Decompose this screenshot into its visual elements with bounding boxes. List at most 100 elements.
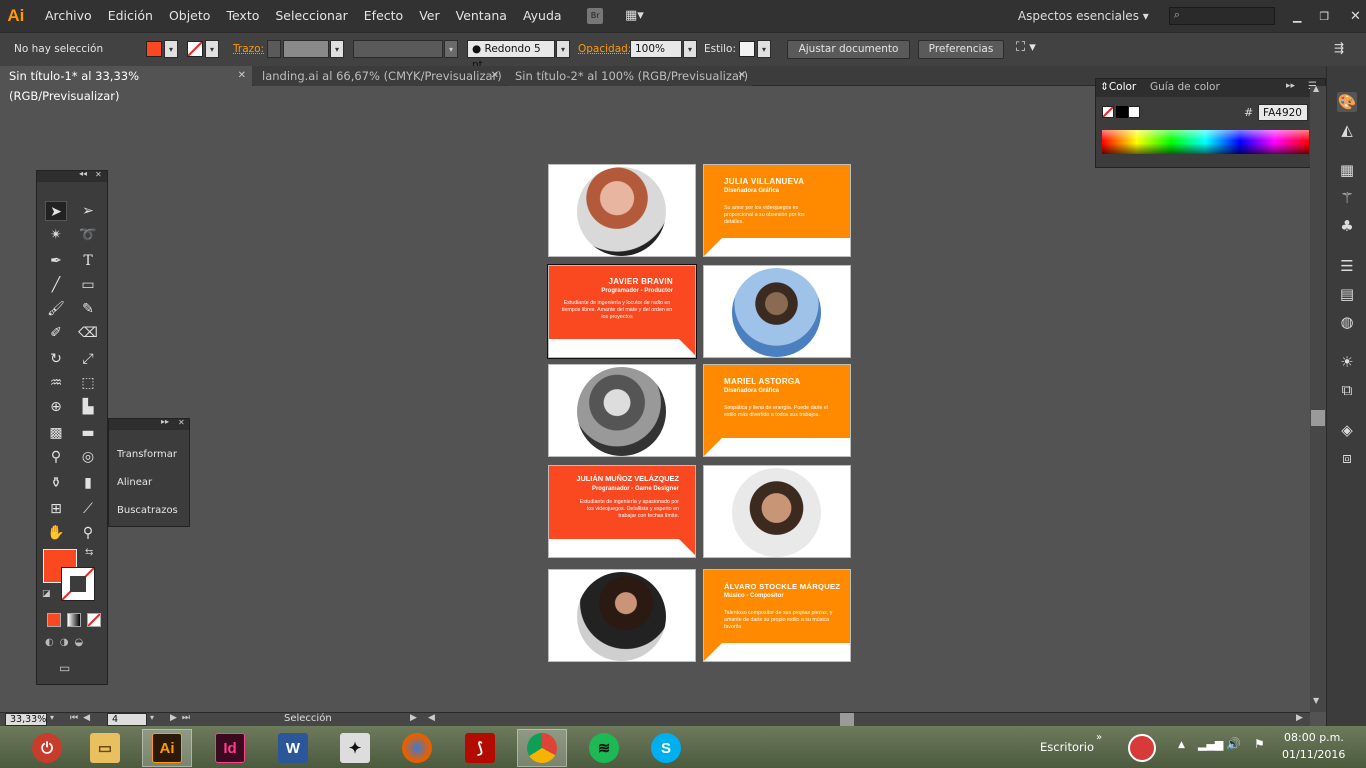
close-button[interactable]: ✕ <box>1345 9 1366 24</box>
info-card-javier[interactable]: JAVIER BRAVIN Programador - Productor Es… <box>547 264 697 359</box>
close-tab-icon[interactable]: ✕ <box>491 66 499 86</box>
free-transform-tool-icon[interactable]: ⬚ <box>77 373 99 393</box>
taskbar-firefox[interactable] <box>392 729 442 767</box>
scroll-down-icon[interactable]: ▼ <box>1313 696 1319 705</box>
scroll-up-icon[interactable]: ▲ <box>1313 84 1319 93</box>
mesh-tool-icon[interactable]: ▩ <box>45 423 67 443</box>
artboard-next-icons[interactable]: ▶⏭ <box>170 713 195 723</box>
selection-tool-icon[interactable]: ➤ <box>45 201 67 221</box>
eyedropper-tool-icon[interactable]: ⚲ <box>45 447 67 467</box>
tab-color-guide[interactable]: Guía de color <box>1150 81 1220 93</box>
info-card-mariel[interactable]: MARIEL ASTORGA Diseñadora Gráfica Simpát… <box>703 364 851 457</box>
zoom-field[interactable]: 33,33% <box>5 713 47 726</box>
tab-color[interactable]: ⇕Color <box>1100 81 1136 93</box>
none-color-icon[interactable] <box>1102 106 1114 118</box>
menu-archivo[interactable]: Archivo <box>37 0 100 32</box>
info-card-alvaro[interactable]: ÁLVARO STOCKLE MÁRQUEZ Músico - Composit… <box>703 569 851 662</box>
close-panel-icon[interactable]: ✕ <box>95 170 102 179</box>
lasso-tool-icon[interactable]: ➰ <box>77 225 99 245</box>
transform-panel-item[interactable]: Transformar <box>117 449 177 460</box>
shape-builder-tool-icon[interactable]: ⊕ <box>45 397 67 417</box>
rectangle-tool-icon[interactable]: ▭ <box>77 275 99 295</box>
workspace-switcher[interactable]: Aspectos esenciales ▾ <box>1018 9 1149 23</box>
pencil-tool-icon[interactable]: ✎ <box>77 299 99 319</box>
photo-card-mariel[interactable] <box>548 364 696 457</box>
vertical-scroll-thumb[interactable] <box>1311 410 1325 426</box>
scale-tool-icon[interactable]: ⤢ <box>77 349 99 369</box>
tab-sin-titulo-2[interactable]: Sin título-2* al 100% (RGB/Previsualizar… <box>506 66 752 86</box>
color-spectrum-slider[interactable] <box>1102 130 1309 154</box>
arrange-docs-icon[interactable]: ▦▾ <box>625 8 648 24</box>
menu-ayuda[interactable]: Ayuda <box>515 0 570 32</box>
artboard-number-field[interactable]: 4 <box>107 713 147 726</box>
menu-ver[interactable]: Ver <box>411 0 447 32</box>
expand-icon[interactable]: ▸▸ <box>161 417 169 426</box>
hand-tool-icon[interactable]: ✋ <box>45 523 67 543</box>
notification-app-icon[interactable] <box>1128 734 1156 762</box>
stroke-stepper[interactable] <box>267 40 281 58</box>
stroke-swatch[interactable] <box>187 41 203 57</box>
style-swatch[interactable] <box>739 41 755 57</box>
graphic-styles-icon[interactable]: ⧉ <box>1337 380 1357 400</box>
none-mode-icon[interactable] <box>87 613 101 627</box>
close-tab-icon[interactable]: ✕ <box>738 66 746 86</box>
style-dropdown[interactable]: ▾ <box>757 40 771 58</box>
taskbar-acrobat[interactable]: ⟆ <box>455 729 505 767</box>
flyout-header[interactable]: ▸▸ ✕ <box>109 417 189 430</box>
vertical-scrollbar[interactable]: ▲ ▼ <box>1310 84 1326 712</box>
preferences-button[interactable]: Preferencias <box>918 40 1004 59</box>
swap-colors-icon[interactable]: ⇆ <box>85 547 93 558</box>
photo-card-julian[interactable] <box>703 465 851 558</box>
opacity-dropdown[interactable]: ▾ <box>683 40 697 58</box>
type-tool-icon[interactable]: T <box>77 251 99 271</box>
color-panel-icon[interactable]: 🎨 <box>1337 92 1357 112</box>
scroll-left-icon[interactable]: ◀ <box>428 713 435 723</box>
appearance-panel-icon[interactable]: ☀ <box>1337 352 1357 372</box>
info-card-julia[interactable]: JULIA VILLANUEVA Diseñadora Gráfica Su a… <box>703 164 851 257</box>
menu-ventana[interactable]: Ventana <box>448 0 515 32</box>
gradient-tool-icon[interactable]: ▬ <box>77 423 99 443</box>
align-panel-item[interactable]: Alinear <box>117 477 152 488</box>
collapse-icon[interactable]: ▸▸ <box>1286 81 1295 91</box>
stroke-panel-icon[interactable]: ☰ <box>1337 256 1357 276</box>
zoom-dropdown[interactable]: ▾ <box>50 713 54 722</box>
color-guide-icon[interactable]: ◭ <box>1337 120 1357 140</box>
close-tab-icon[interactable]: ✕ <box>238 66 246 86</box>
artboards-icon[interactable]: ⧈ <box>1337 448 1357 468</box>
opacity-field[interactable]: 100% <box>630 40 682 58</box>
paintbrush-tool-icon[interactable]: 🖌 <box>45 299 67 319</box>
volume-icon[interactable]: 🔊 <box>1226 737 1241 751</box>
color-mode-icon[interactable] <box>47 613 61 627</box>
tab-landing[interactable]: landing.ai al 66,67% (CMYK/Previsualizar… <box>253 66 505 86</box>
hex-input[interactable]: FA4920 <box>1258 104 1308 121</box>
taskbar-illustrator[interactable]: Ai <box>142 729 192 767</box>
line-tool-icon[interactable]: ╱ <box>45 275 67 295</box>
screen-mode-icon[interactable]: ▭ <box>59 661 83 675</box>
draw-modes-icon[interactable]: ◐◑◒ <box>45 637 101 651</box>
slice-tool-icon[interactable]: ⟋ <box>77 499 99 519</box>
adjust-document-button[interactable]: Ajustar documento <box>787 40 910 59</box>
zoom-tool-icon[interactable]: ⚲ <box>77 523 99 543</box>
maximize-button[interactable]: ❐ <box>1314 10 1335 23</box>
tab-sin-titulo-1[interactable]: Sin título-1* al 33,33% (RGB/Previsualiz… <box>0 66 252 103</box>
symbol-sprayer-tool-icon[interactable]: ⚱ <box>45 473 67 493</box>
eraser-tool-icon[interactable]: ⌫ <box>77 323 99 343</box>
brush-definition[interactable]: ● Redondo 5 pt. <box>467 40 555 71</box>
gradient-mode-icon[interactable] <box>67 613 81 627</box>
photo-card-alvaro[interactable] <box>548 569 696 662</box>
pathfinder-panel-item[interactable]: Buscatrazos <box>117 505 178 516</box>
taskbar-indesign[interactable]: Id <box>205 729 255 767</box>
clock-time[interactable]: 08:00 p.m. <box>1284 731 1344 744</box>
taskbar-skype[interactable]: S <box>641 729 691 767</box>
menu-edicion[interactable]: Edición <box>100 0 161 32</box>
info-card-julian[interactable]: JULIÁN MUÑOZ VELÁZQUEZ Programador - Gam… <box>548 465 696 558</box>
stroke-weight-dropdown[interactable]: ▾ <box>330 40 344 58</box>
taskbar-explorer[interactable]: ▭ <box>80 729 130 767</box>
opacity-label[interactable]: Opacidad: <box>578 40 631 58</box>
minimize-button[interactable]: ▁ <box>1287 10 1308 23</box>
swatches-icon[interactable]: ▦ <box>1337 160 1357 180</box>
stroke-weight-field[interactable] <box>283 40 329 58</box>
taskbar-zbrush[interactable]: ✦ <box>330 729 380 767</box>
warp-tool-icon[interactable]: ♒ <box>45 373 67 393</box>
tools-panel-header[interactable]: ◂◂ ✕ <box>37 169 107 182</box>
